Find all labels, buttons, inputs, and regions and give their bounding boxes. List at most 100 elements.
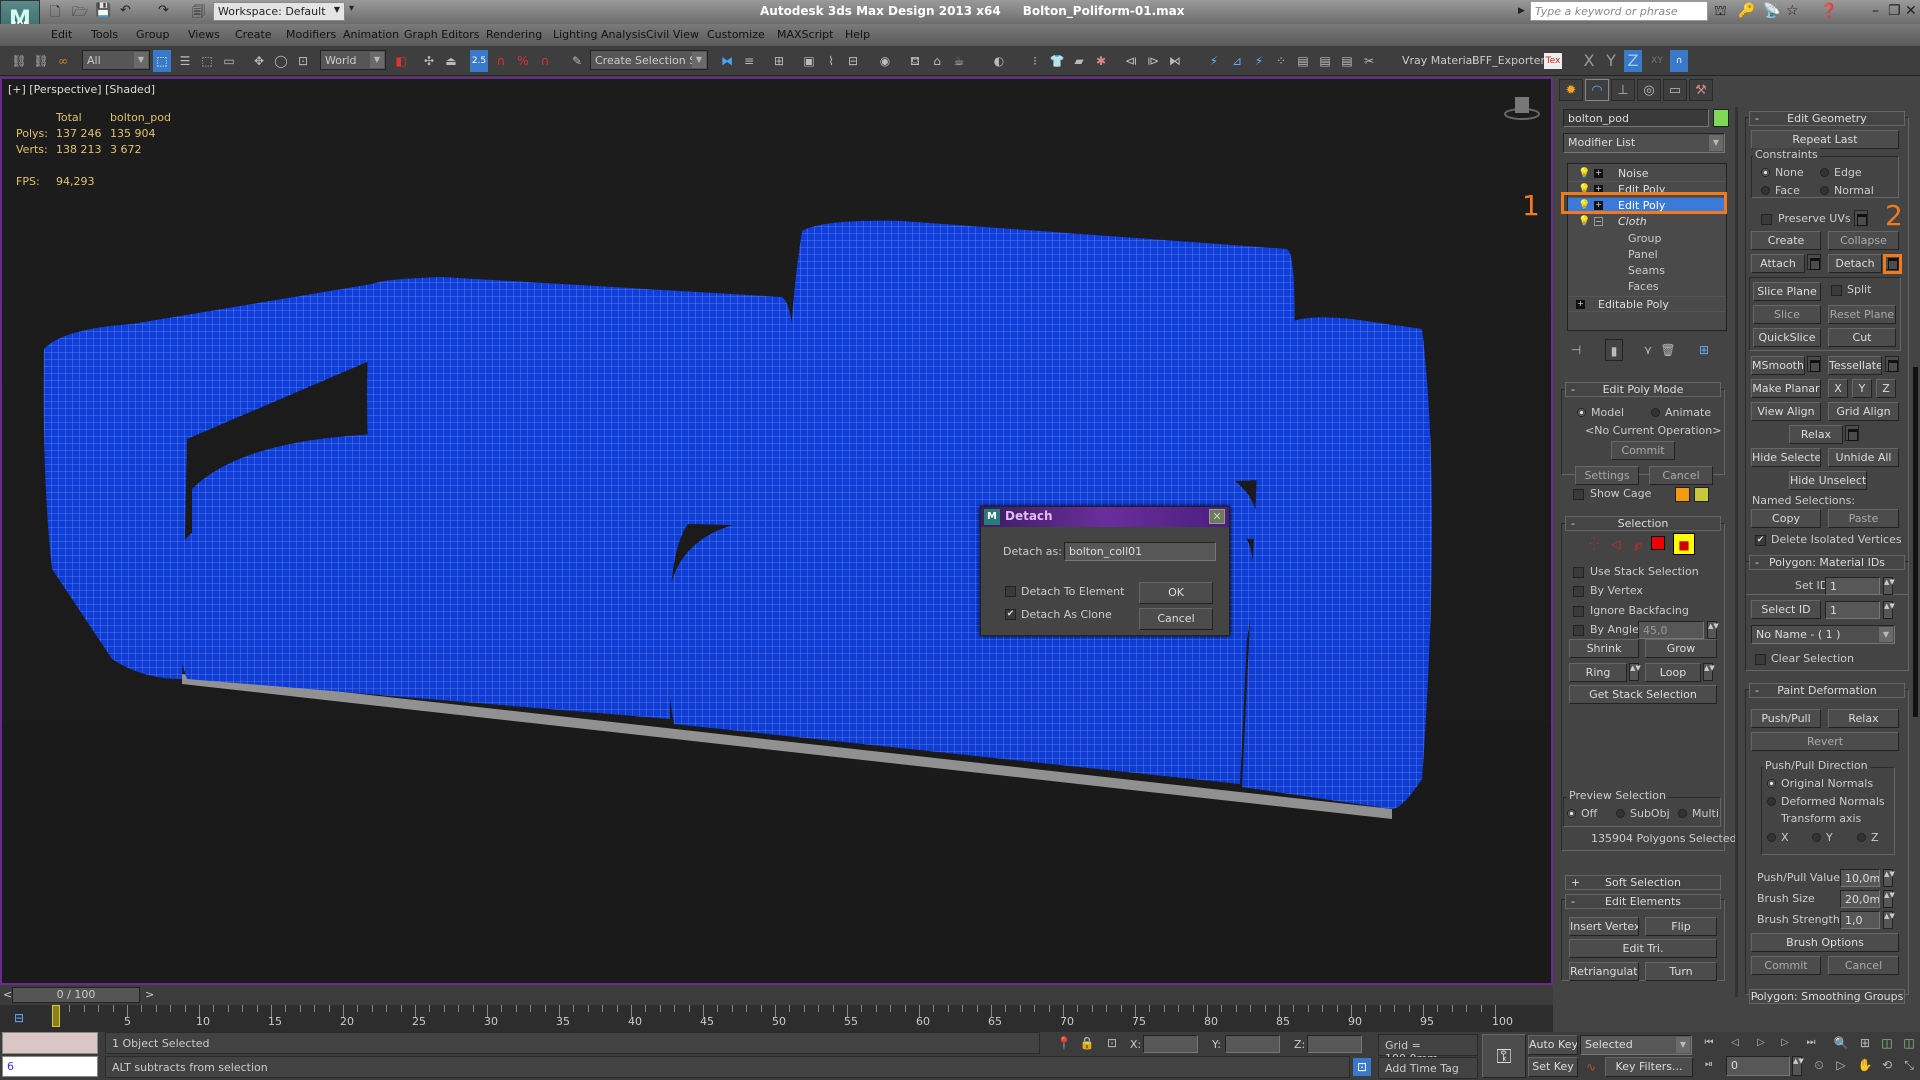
brush-strength-input[interactable]: 1,0 [1840,911,1880,929]
quickslice-button[interactable]: QuickSlice [1753,328,1821,347]
menu-civil-view[interactable]: Civil View [646,28,699,41]
polygon-mode-icon[interactable] [1651,536,1665,550]
tessellate-settings-icon[interactable] [1885,356,1899,372]
object-name-input[interactable]: bolton_pod [1563,109,1709,127]
ignore-backfacing-checkbox[interactable] [1573,606,1584,617]
set-key-button[interactable]: Set Key [1528,1057,1578,1077]
show-end-result-icon[interactable]: ▮ [1605,339,1623,361]
animation-tool-3-icon[interactable]: ⧑ [1166,50,1184,72]
current-frame-input[interactable]: 0 [1726,1056,1790,1076]
planar-z-button[interactable]: Z [1876,379,1896,398]
select-id-input[interactable]: 1 [1825,601,1880,619]
cloth-sub-panel[interactable]: Panel [1628,248,1658,261]
commit-button[interactable]: Commit [1611,441,1675,460]
play-icon[interactable]: ▷ [1752,1032,1770,1054]
layer-manager-icon[interactable]: ⊞ [770,50,788,72]
loop-button[interactable]: Loop [1645,663,1701,682]
menu-group[interactable]: Group [136,28,170,41]
object-color-swatch[interactable] [1713,109,1729,127]
copy-named-selection-button[interactable]: Copy [1751,509,1821,528]
constraint-face-radio[interactable] [1761,186,1770,195]
undo-icon[interactable]: ↶ [120,3,131,21]
rss-icon[interactable]: ⊿ [1228,50,1246,72]
render-setup-icon[interactable]: ⛾ [906,50,924,72]
cloth-sub-group[interactable]: Group [1628,232,1662,245]
attach-button[interactable]: Attach [1751,254,1805,273]
grid-align-button[interactable]: Grid Align [1828,402,1899,421]
constraint-none-radio[interactable] [1761,168,1770,177]
show-cage-checkbox[interactable] [1573,489,1584,500]
menu-help[interactable]: Help [845,28,870,41]
orbit-icon[interactable]: ⟲ [1878,1054,1896,1076]
binoculars-icon[interactable]: ⛫ [1714,3,1727,21]
turn-button[interactable]: Turn [1645,962,1717,981]
zoom-extents-icon[interactable]: ◫ [1878,1032,1896,1054]
collapse-button[interactable]: Collapse [1828,231,1899,250]
bind-space-warp-icon[interactable]: ∞ [54,50,72,72]
cancel-button[interactable]: Cancel [1139,608,1213,630]
rotate-icon[interactable]: ◯ [272,50,290,72]
menu-maxscript[interactable]: MAXScript [777,28,833,41]
vertex-mode-icon[interactable]: ⁛ [1585,533,1603,555]
preserve-uvs-settings-icon[interactable] [1854,210,1868,226]
customize-qa-icon[interactable]: ▾ [349,3,354,21]
redo-icon[interactable]: ↷ [158,3,169,21]
ring-button[interactable]: Ring [1569,663,1627,682]
next-frame-icon[interactable]: ▷ [1776,1032,1794,1054]
percent-snap-icon[interactable]: % [514,50,532,72]
x-coordinate-input[interactable] [1143,1035,1198,1053]
workspace-dropdown[interactable]: Workspace: Default ▼ [213,2,345,21]
viewport-label[interactable]: [+] [Perspective] [Shaded] [8,83,155,96]
material-name-dropdown[interactable]: No Name - ( 1 ) ▼ [1751,625,1895,644]
script-tool-6-icon[interactable]: ▤ [1338,50,1356,72]
time-prev-button[interactable]: < [3,988,12,1001]
menu-modifiers[interactable]: Modifiers [286,28,336,41]
brush-strength-spinner-icon[interactable]: ▲▼ [1883,911,1895,929]
lightbulb-icon[interactable]: 💡 [1578,214,1590,230]
edit-named-selection-icon[interactable]: ✎ [568,50,586,72]
hide-selected-button[interactable]: Hide Selected [1751,448,1821,467]
axis-constraint-snap-icon[interactable]: ∩ [1670,50,1688,72]
pivot-center-icon[interactable]: ◧ [392,50,410,72]
frame-spinner-icon[interactable]: ▲▼ [1792,1056,1804,1076]
tab-create[interactable]: ✹ [1559,79,1583,101]
modifier-stack[interactable]: 💡 + Noise 💡 + Edit Poly 💡 + Edit Poly 💡 − Cloth … [1567,163,1727,331]
split-checkbox[interactable] [1831,285,1842,296]
expand-arrow-icon[interactable]: ▶ [1518,6,1525,16]
auto-key-button[interactable]: Auto Key [1528,1035,1578,1055]
shrink-button[interactable]: Shrink [1569,639,1639,658]
slice-plane-button[interactable]: Slice Plane [1753,282,1821,301]
tab-hierarchy[interactable]: ⊥ [1611,79,1635,101]
stack-item-cloth[interactable]: 💡 − Cloth [1568,214,1726,230]
transform-y-radio[interactable] [1812,833,1821,842]
configure-modifier-sets-icon[interactable]: ⊞ [1695,339,1713,361]
constraint-normal-radio[interactable] [1820,186,1829,195]
detach-button[interactable]: Detach [1828,254,1882,273]
tab-motion[interactable]: ◎ [1637,79,1661,101]
character-icon[interactable]: ✱ [1092,50,1110,72]
reset-plane-button[interactable]: Reset Plane [1828,305,1896,324]
axis-x-button[interactable]: X [1580,50,1598,72]
panel-divider[interactable] [1735,107,1738,997]
loop-spinner-icon[interactable]: ▲▼ [1703,663,1715,681]
track-bar[interactable]: ⊟ 05101520253035404550556065707580859095… [0,1005,1553,1032]
time-tag-icon[interactable]: ⊡ [1353,1058,1371,1076]
satellite-icon[interactable]: 📡 [1763,3,1780,19]
pin-stack-icon[interactable]: ⊣ [1567,339,1585,361]
align-icon[interactable]: ≡ [740,50,758,72]
maxscript-mini-listener[interactable]: 6 [2,1056,98,1077]
cloth-sub-seams[interactable]: Seams [1628,264,1665,277]
edit-tri-button[interactable]: Edit Tri. [1569,939,1717,958]
modifier-list-dropdown[interactable]: Modifier List ▼ [1563,133,1725,153]
maxscript-listener-output[interactable] [2,1032,98,1054]
paint-cancel-button[interactable]: Cancel [1828,956,1899,975]
msmooth-settings-icon[interactable] [1807,356,1821,372]
select-manipulate-icon[interactable]: ✣ [420,50,438,72]
pan-hand-icon[interactable]: ✋ [1856,1054,1874,1076]
paste-named-selection-button[interactable]: Paste [1828,509,1899,528]
keyboard-shortcut-override-icon[interactable]: ⏏ [442,50,460,72]
dialog-title-bar[interactable]: M Detach ✕ [981,507,1229,527]
transform-x-radio[interactable] [1767,833,1776,842]
add-time-tag-button[interactable]: Add Time Tag [1378,1057,1478,1079]
move-icon[interactable]: ✥ [250,50,268,72]
